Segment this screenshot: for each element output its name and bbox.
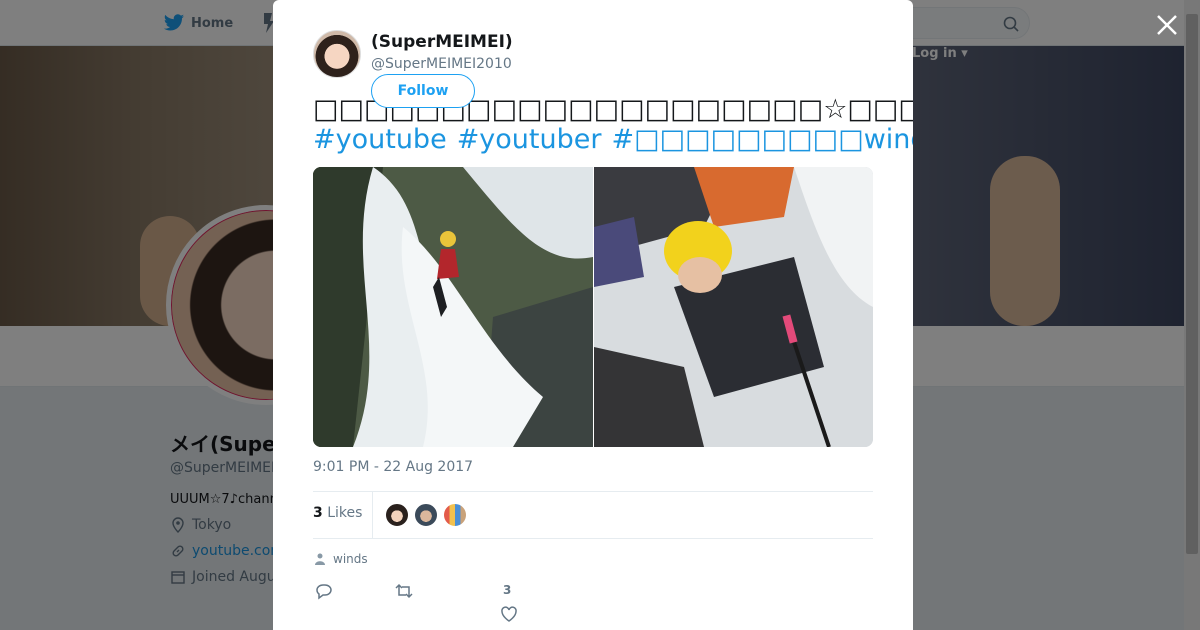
tweet-stats: 3 Likes [313,491,873,539]
heart-icon [501,606,517,622]
author-handle[interactable]: @SuperMEIMEI2010 [371,56,512,72]
liker-avatar[interactable] [385,503,409,527]
hashtag-link[interactable]: #youtuber [457,124,602,155]
likes-label: Likes [327,505,363,521]
person-icon [315,553,325,565]
tweet-modal: (SuperMEIMEI) @SuperMEIMEI2010 □□□□□□□□□… [273,0,913,630]
retweet-button[interactable] [395,582,413,604]
liker-avatar[interactable] [414,503,438,527]
tweet-actions: 3 [313,580,873,624]
likes-stat[interactable]: 3 Likes [313,505,362,521]
close-icon[interactable] [1154,12,1180,38]
retweet-icon [395,583,413,599]
hashtag-link[interactable]: #youtube [313,124,447,155]
author-name[interactable]: (SuperMEIMEI) [371,32,513,52]
hashtag-link[interactable]: #□□□□□□□□□winds [611,124,913,155]
tweet-photo[interactable] [313,167,593,447]
place-name[interactable]: winds [333,552,368,566]
like-button[interactable] [500,605,518,627]
follow-button[interactable]: Follow [371,74,475,108]
liker-avatar[interactable] [443,503,467,527]
waterfall-photo [313,167,593,447]
tweet-hashtags: #youtube #youtuber #□□□□□□□□□winds [313,124,913,156]
reply-icon [316,584,332,600]
tweet-timestamp[interactable]: 9:01 PM - 22 Aug 2017 [313,459,473,475]
likes-count: 3 [313,505,323,521]
stats-divider [372,492,373,539]
author-avatar[interactable] [313,30,361,78]
tweet-photo[interactable] [594,167,873,447]
helmet-photo [594,167,873,447]
reply-button[interactable] [315,582,333,604]
tweet-place[interactable]: winds [315,552,368,566]
like-action-count: 3 [503,583,512,597]
